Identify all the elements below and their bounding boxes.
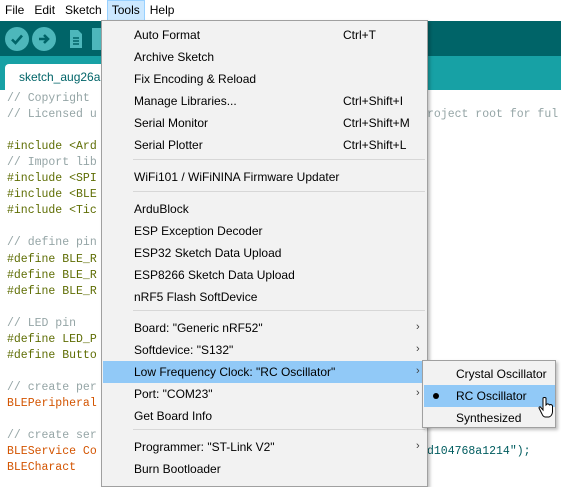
- menu-item-shortcut: Ctrl+Shift+I: [343, 94, 404, 108]
- tools-item-softdevice[interactable]: Softdevice: "S132" ›: [103, 339, 427, 361]
- code-line: #include <Ard: [7, 140, 97, 154]
- menu-item-label: Get Board Info: [134, 409, 213, 423]
- code-line: #define BLE_R: [7, 284, 97, 298]
- menu-item-label: WiFi101 / WiFiNINA Firmware Updater: [134, 170, 340, 184]
- menu-item-label: Auto Format: [134, 28, 201, 42]
- code-line: BLEService Co: [7, 445, 97, 459]
- low-frequency-clock-submenu: Crystal Oscillator RC Oscillator Synthes…: [422, 360, 556, 428]
- submenu-arrow-icon: ›: [416, 387, 420, 399]
- tools-item-low-frequency-clock[interactable]: Low Frequency Clock: "RC Oscillator" ›: [103, 361, 427, 383]
- menu-item-shortcut: Ctrl+Shift+L: [343, 138, 407, 152]
- open-button[interactable]: [92, 28, 101, 50]
- code-line-tail: d104768a1214");: [427, 445, 531, 459]
- submenu-arrow-icon: ›: [416, 365, 420, 377]
- mouse-pointer-icon: [538, 397, 553, 418]
- menu-item-label: Burn Bootloader: [134, 462, 221, 476]
- submenu-item-label: Synthesized: [456, 411, 522, 425]
- code-line: // create ser: [7, 429, 97, 443]
- tools-item-burn-bootloader[interactable]: Burn Bootloader: [103, 458, 427, 480]
- tools-item-esp32-data-upload[interactable]: ESP32 Sketch Data Upload: [103, 242, 427, 264]
- tools-item-auto-format[interactable]: Auto Format Ctrl+T: [103, 24, 427, 46]
- menu-item-label: Archive Sketch: [134, 50, 215, 64]
- menu-item-label: Serial Monitor: [134, 116, 209, 130]
- menu-item-label: Port: "COM23": [134, 387, 213, 401]
- code-line: #define LED_P: [7, 332, 97, 346]
- arrow-right-icon: [39, 34, 50, 44]
- menu-bar: File Edit Sketch Tools Help: [0, 0, 561, 21]
- menu-sketch[interactable]: Sketch: [60, 0, 107, 21]
- menu-separator: [133, 159, 425, 160]
- code-line: #define BLE_R: [7, 268, 97, 282]
- code-line: #define Butto: [7, 348, 97, 362]
- tools-item-serial-plotter[interactable]: Serial Plotter Ctrl+Shift+L: [103, 134, 427, 156]
- tools-item-ardublock[interactable]: ArduBlock: [103, 198, 427, 220]
- menu-help[interactable]: Help: [145, 0, 180, 21]
- tools-item-serial-monitor[interactable]: Serial Monitor Ctrl+Shift+M: [103, 112, 427, 134]
- submenu-item-rc-oscillator[interactable]: RC Oscillator: [424, 385, 555, 407]
- menu-file[interactable]: File: [0, 0, 29, 21]
- menu-item-label: ArduBlock: [134, 202, 189, 216]
- menu-item-label: ESP Exception Decoder: [134, 224, 263, 238]
- tools-item-nrf5-flash-softdevice[interactable]: nRF5 Flash SoftDevice: [103, 286, 427, 308]
- code-line-tail: roject root for ful: [427, 108, 559, 122]
- menu-item-label: ESP8266 Sketch Data Upload: [134, 268, 295, 282]
- code-line: // create per: [7, 380, 97, 394]
- menu-item-label: Low Frequency Clock: "RC Oscillator": [134, 365, 336, 379]
- menu-separator: [133, 310, 425, 311]
- menu-separator: [133, 191, 425, 192]
- code-line: #include <BLE: [7, 188, 97, 202]
- menu-item-label: ESP32 Sketch Data Upload: [134, 246, 282, 260]
- submenu-item-crystal-oscillator[interactable]: Crystal Oscillator: [424, 363, 555, 385]
- menu-item-label: Board: "Generic nRF52": [134, 321, 263, 335]
- tools-item-firmware-updater[interactable]: WiFi101 / WiFiNINA Firmware Updater: [103, 166, 427, 188]
- menu-separator: [133, 429, 425, 430]
- submenu-arrow-icon: ›: [416, 321, 420, 333]
- tools-item-programmer[interactable]: Programmer: "ST-Link V2" ›: [103, 436, 427, 458]
- submenu-item-synthesized[interactable]: Synthesized: [424, 407, 555, 429]
- tools-item-port[interactable]: Port: "COM23" ›: [103, 383, 427, 405]
- checkmark-icon: [11, 34, 23, 45]
- tab-sketch[interactable]: sketch_aug26a: [5, 64, 105, 90]
- menu-item-shortcut: Ctrl+Shift+M: [343, 116, 410, 130]
- tools-item-board[interactable]: Board: "Generic nRF52" ›: [103, 317, 427, 339]
- menu-tools[interactable]: Tools: [106, 0, 145, 21]
- code-line: #include <SPI: [7, 172, 97, 186]
- code-line: #define BLE_R: [7, 252, 97, 266]
- code-line: // Import lib: [7, 156, 97, 170]
- menu-item-label: Fix Encoding & Reload: [134, 72, 257, 86]
- menu-item-label: Softdevice: "S132": [134, 343, 234, 357]
- submenu-item-label: Crystal Oscillator: [456, 367, 547, 381]
- menu-edit[interactable]: Edit: [29, 0, 60, 21]
- submenu-arrow-icon: ›: [416, 343, 420, 355]
- code-line: // define pin: [7, 236, 97, 250]
- tools-item-esp8266-data-upload[interactable]: ESP8266 Sketch Data Upload: [103, 264, 427, 286]
- code-line: #include <Tic: [7, 204, 97, 218]
- menu-item-label: Programmer: "ST-Link V2": [134, 440, 275, 454]
- menu-item-label: Serial Plotter: [134, 138, 203, 152]
- new-file-icon: [70, 30, 82, 48]
- upload-button[interactable]: [32, 27, 56, 51]
- tools-item-get-board-info[interactable]: Get Board Info: [103, 405, 427, 427]
- code-line: // Licensed u: [7, 108, 97, 122]
- submenu-item-label: RC Oscillator: [456, 389, 527, 403]
- tools-item-fix-encoding-reload[interactable]: Fix Encoding & Reload: [103, 68, 427, 90]
- menu-item-label: Manage Libraries...: [134, 94, 237, 108]
- verify-button[interactable]: [5, 27, 29, 51]
- submenu-arrow-icon: ›: [416, 440, 420, 452]
- tools-item-archive-sketch[interactable]: Archive Sketch: [103, 46, 427, 68]
- code-line: // Copyright: [7, 92, 90, 105]
- tools-item-manage-libraries[interactable]: Manage Libraries... Ctrl+Shift+I: [103, 90, 427, 112]
- selected-bullet-icon: [433, 393, 439, 399]
- menu-item-shortcut: Ctrl+T: [343, 28, 376, 42]
- new-sketch-button[interactable]: [66, 28, 86, 50]
- tools-item-esp-exception-decoder[interactable]: ESP Exception Decoder: [103, 220, 427, 242]
- menu-item-label: nRF5 Flash SoftDevice: [134, 290, 258, 304]
- code-line: BLEPeripheral: [7, 396, 97, 410]
- code-line: // LED pin: [7, 316, 77, 330]
- tools-menu: Auto Format Ctrl+T Archive Sketch Fix Encod…: [101, 20, 428, 487]
- code-line: BLECharact: [7, 461, 77, 475]
